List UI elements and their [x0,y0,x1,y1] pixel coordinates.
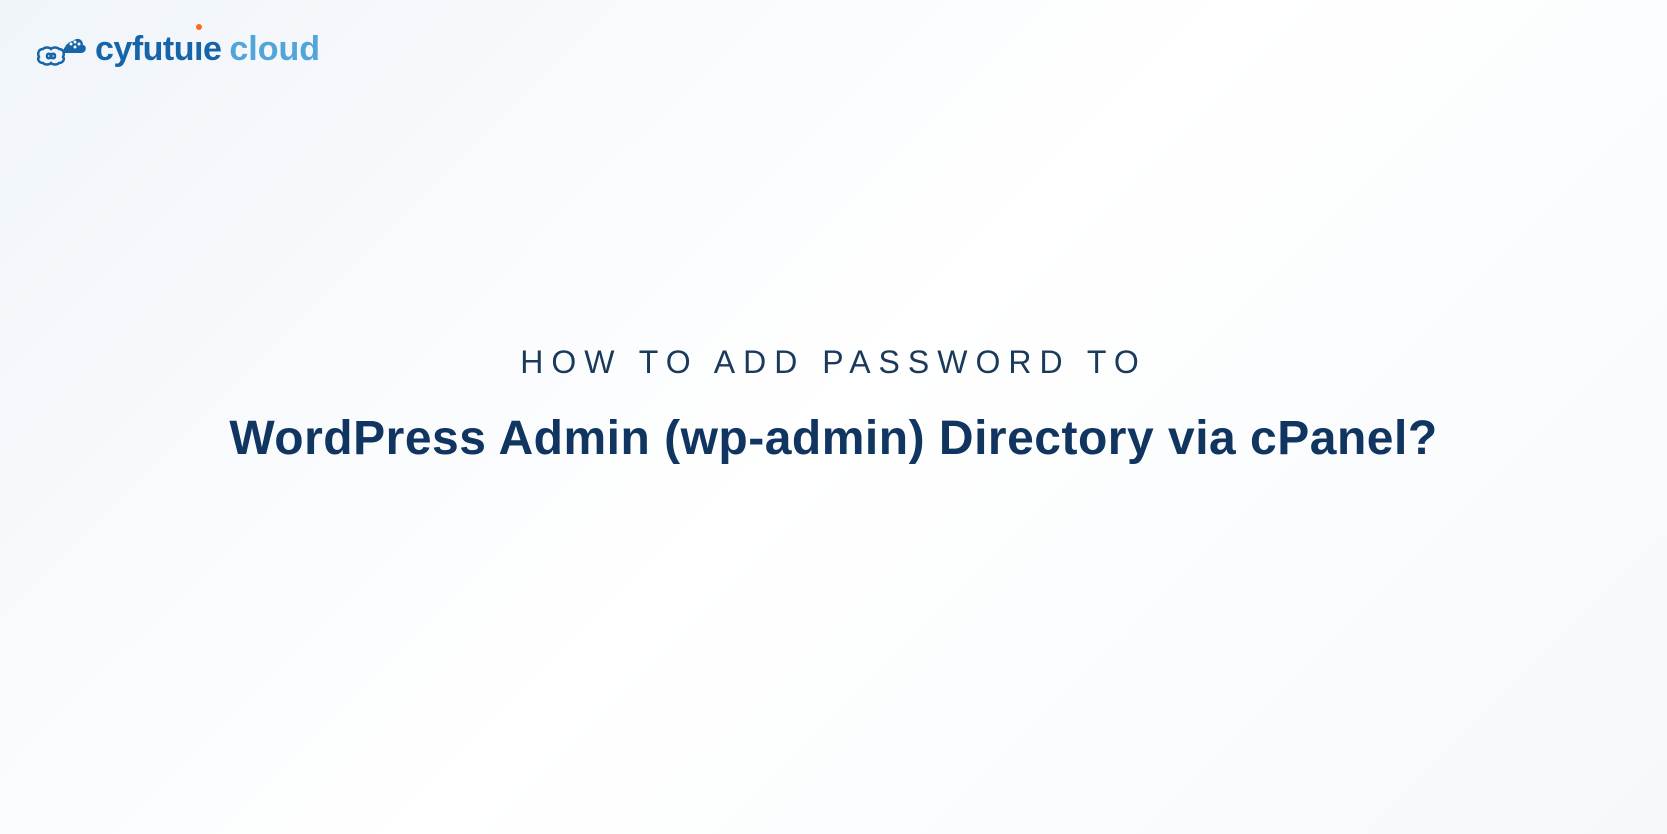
cloud-infinity-icon [35,31,87,69]
article-title: WordPress Admin (wp-admin) Directory via… [0,411,1667,466]
article-subtitle: HOW TO ADD PASSWORD TO [0,344,1667,381]
brand-logo: cyfutuıe cloud [35,30,320,69]
main-content: HOW TO ADD PASSWORD TO WordPress Admin (… [0,344,1667,466]
logo-text: cyfutuıe cloud [95,30,320,69]
logo-brand-secondary: cloud [229,30,320,69]
logo-brand-primary: cyfutuıe [95,30,221,69]
